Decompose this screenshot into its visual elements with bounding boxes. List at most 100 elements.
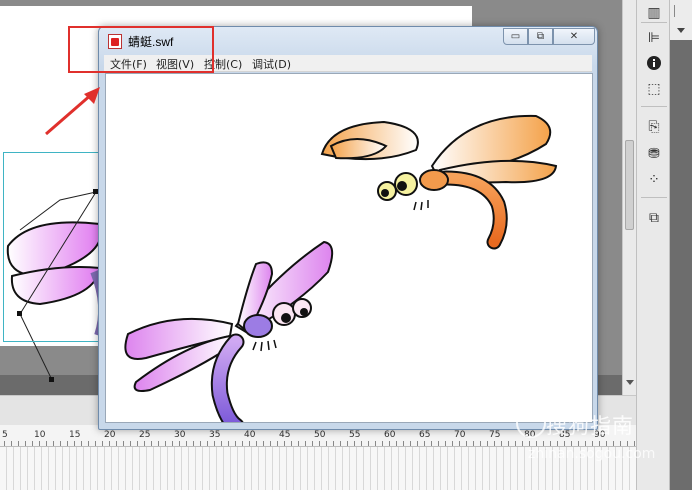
annotation-arrow-icon (45, 87, 100, 136)
ruler-tick-label: 75 (489, 430, 501, 440)
ruler-tick (452, 441, 453, 446)
ruler-tick (284, 441, 285, 446)
ruler-tick (116, 441, 117, 446)
ruler-tick (207, 441, 208, 446)
ruler-tick (32, 441, 33, 446)
swf-player-window[interactable]: 蜻蜓.swf ▭ ⧉ ✕ 文件(F) 视图(V) 控制(C) 调试(D) (98, 26, 598, 430)
ruler-tick (354, 441, 355, 446)
ruler-tick (431, 441, 432, 446)
ruler-tick-label: 25 (139, 430, 151, 440)
ruler-tick (25, 441, 26, 446)
ruler-tick (81, 441, 82, 446)
ruler-tick-label: 55 (349, 430, 361, 440)
ruler-tick (494, 441, 495, 446)
selection-bounding-box[interactable] (3, 152, 99, 342)
ruler-tick (130, 441, 131, 446)
movie-explorer-icon[interactable]: ⧉ (643, 207, 665, 229)
ruler-tick (158, 441, 159, 446)
ruler-tick (53, 441, 54, 446)
ruler-tick (200, 441, 201, 446)
ruler-tick (151, 441, 152, 446)
ruler-tick (270, 441, 271, 446)
close-button[interactable]: ✕ (553, 28, 595, 45)
ruler-tick-label: 5 (2, 430, 8, 440)
ruler-tick-label: 65 (419, 430, 431, 440)
ruler-tick (11, 441, 12, 446)
scroll-down-arrow-icon[interactable] (626, 380, 634, 385)
ruler-tick (347, 441, 348, 446)
ruler-tick (375, 441, 376, 446)
ruler-tick (438, 441, 439, 446)
ruler-tick (172, 441, 173, 446)
components-icon[interactable]: ⎘ (643, 116, 665, 138)
ruler-tick-label: 40 (244, 430, 256, 440)
ruler-tick (88, 441, 89, 446)
sogou-logo-icon (516, 408, 546, 438)
ruler-tick (249, 441, 250, 446)
watermark-brand: 搜狗指南 (546, 414, 634, 438)
ruler-tick (340, 441, 341, 446)
ruler-tick-label: 15 (69, 430, 81, 440)
ruler-tick (67, 441, 68, 446)
ruler-tick (46, 441, 47, 446)
ruler-tick (333, 441, 334, 446)
ruler-tick (39, 441, 40, 446)
ruler-tick (382, 441, 383, 446)
annotation-highlight-box (68, 26, 214, 73)
ruler-tick (487, 441, 488, 446)
ruler-tick-label: 50 (314, 430, 326, 440)
watermark-url: zhinan.sogou.com (528, 446, 656, 462)
info-icon[interactable] (643, 52, 665, 74)
watermark: 搜狗指南 zhinan.sogou.com (516, 404, 686, 464)
ruler-tick (298, 441, 299, 446)
ruler-tick (74, 441, 75, 446)
ruler-tick (193, 441, 194, 446)
purple-dragonfly (124, 240, 334, 422)
swf-stage[interactable] (105, 73, 593, 423)
ruler-tick-label: 45 (279, 430, 291, 440)
toolstrip-divider (641, 197, 667, 198)
ruler-tick (277, 441, 278, 446)
panel-collapse-header[interactable] (670, 0, 692, 40)
ruler-tick (165, 441, 166, 446)
color-swatches-icon[interactable]: ⁘ (643, 169, 665, 191)
ruler-tick (60, 441, 61, 446)
dragonfly-animation (124, 114, 558, 422)
ruler-tick (256, 441, 257, 446)
ruler-tick (445, 441, 446, 446)
ruler-tick (403, 441, 404, 446)
chevron-down-icon[interactable] (670, 0, 692, 40)
ruler-tick (221, 441, 222, 446)
ruler-tick (242, 441, 243, 446)
ruler-tick (95, 441, 96, 446)
minimize-button[interactable]: ▭ (503, 28, 528, 45)
ruler-tick (459, 441, 460, 446)
ruler-tick (312, 441, 313, 446)
ruler-tick (417, 441, 418, 446)
bar-chart-icon[interactable]: ▥ (643, 2, 665, 24)
toolstrip-divider (641, 22, 667, 23)
transform-icon[interactable]: ⬚ (643, 78, 665, 100)
vertical-scrollbar[interactable] (622, 0, 636, 400)
ruler-tick (424, 441, 425, 446)
align-icon[interactable]: ⊫ (643, 27, 665, 49)
toolstrip-divider (641, 106, 667, 107)
orange-dragonfly (320, 114, 558, 250)
ruler-tick (480, 441, 481, 446)
ruler-tick (123, 441, 124, 446)
ruler-tick (137, 441, 138, 446)
library-icon[interactable]: ⛃ (643, 143, 665, 165)
ruler-tick (361, 441, 362, 446)
ruler-tick (179, 441, 180, 446)
ruler-tick (466, 441, 467, 446)
ruler-tick (508, 441, 509, 446)
scrollbar-thumb[interactable] (625, 140, 634, 230)
ruler-tick (228, 441, 229, 446)
ruler-tick (186, 441, 187, 446)
ruler-tick (389, 441, 390, 446)
ruler-tick-label: 35 (209, 430, 221, 440)
menu-debug[interactable]: 调试(D) (252, 56, 291, 72)
ruler-tick (319, 441, 320, 446)
ruler-tick (326, 441, 327, 446)
maximize-button[interactable]: ⧉ (528, 28, 553, 45)
